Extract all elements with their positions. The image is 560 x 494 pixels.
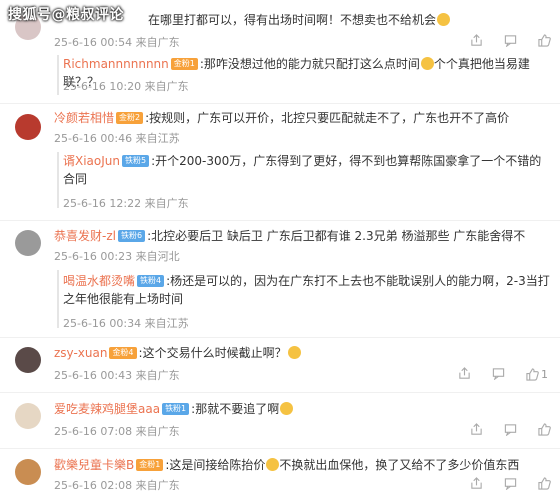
comment-author[interactable]: 爱吃麦辣鸡腿堡aaa	[54, 402, 160, 416]
fan-badge: 金粉2	[116, 112, 144, 124]
avatar[interactable]	[15, 459, 41, 485]
emoji-icon	[280, 402, 294, 415]
divider	[0, 392, 560, 393]
comment-actions: 1	[458, 367, 552, 381]
comment-text: :北控必要后卫 缺后卫 广东后卫都有谁 2.3兄弟 杨溢那些 广东能舍得不	[147, 229, 526, 243]
reply-meta: 25-6-16 00:34 来自江苏	[63, 317, 189, 330]
comment-line: zsy-xuan 金粉4:这个交易什么时候截止啊？	[54, 344, 301, 362]
fan-badge: 铁粉5	[122, 155, 150, 167]
comment-meta: 25-6-16 00:46 来自江苏	[54, 132, 180, 145]
comment-author[interactable]: 恭喜发财-zl	[54, 229, 116, 243]
comment-icon[interactable]	[504, 34, 518, 48]
reply-bar	[57, 270, 59, 328]
comment-text-tail: 不换就出血保他，换了又给不了多少价值东西	[279, 458, 520, 472]
divider	[0, 448, 560, 449]
thumbs-up-icon[interactable]	[538, 423, 552, 437]
divider	[0, 220, 560, 221]
fan-badge: 金粉1	[170, 58, 198, 70]
comment-meta: 25-6-16 07:08 来自广东	[54, 425, 180, 438]
share-icon[interactable]	[458, 367, 472, 381]
avatar[interactable]	[15, 347, 41, 373]
avatar[interactable]	[15, 403, 41, 429]
divider	[0, 337, 560, 338]
comment-author[interactable]: zsy-xuan	[54, 346, 107, 360]
emoji-icon	[266, 458, 280, 471]
thumbs-up-icon[interactable]	[538, 477, 552, 491]
watermark: 搜狐号@粮叔评论	[8, 7, 124, 23]
comment-text: :那就不要追了啊	[191, 402, 280, 416]
avatar[interactable]	[15, 230, 41, 256]
reply-body: :杨还是可以的，因为在广东打不上去也不能耽误别人的能力啊，2-3当打之年他很能有…	[63, 274, 550, 306]
comment-line: 歡樂兒童卡樂B 金粉1:这是间接给陈抬价 不换就出血保他，换了又给不了多少价值东西	[54, 456, 519, 474]
comment-meta: 25-6-16 00:54 来自广东	[54, 36, 180, 49]
share-icon[interactable]	[470, 477, 484, 491]
share-icon[interactable]	[470, 34, 484, 48]
comment-icon[interactable]	[492, 367, 506, 381]
like-count: 1	[541, 367, 548, 381]
thumbs-up-icon	[526, 367, 539, 381]
share-icon[interactable]	[470, 423, 484, 437]
comment-meta: 25-6-16 00:43 来自广东	[54, 369, 180, 382]
reply-meta: 25-6-16 12:22 来自广东	[63, 197, 189, 210]
reply-bar	[57, 55, 59, 95]
comment-line: 在哪里打都可以，得有出场时间啊！不想卖也不给机会	[148, 11, 451, 29]
reply-meta: 25-6-16 10:20 来自广东	[63, 80, 189, 93]
thumbs-up-icon[interactable]	[538, 34, 552, 48]
reply-text: 喝温水都烫嘴 铁粉4:杨还是可以的，因为在广东打不上去也不能耽误别人的能力啊，2-…	[63, 272, 551, 308]
reply-author[interactable]: 喝温水都烫嘴	[63, 274, 135, 288]
comment-icon[interactable]	[504, 423, 518, 437]
emoji-icon	[437, 13, 451, 26]
fan-badge: 铁粉6	[117, 230, 146, 242]
fan-badge: 金粉4	[109, 347, 137, 359]
reply-text: 谞XiaoJun 铁粉5:开个200-300万，广东得到了更好，得不到也算帮陈国豪…	[63, 152, 551, 188]
comment-text: :按规则，广东可以开价，北控只要匹配就走不了，广东也开不了高价	[145, 111, 510, 125]
comment-text: :这个交易什么时候截止啊？	[138, 346, 287, 360]
reply-author[interactable]: Richmannnnnnnn	[63, 57, 169, 71]
fan-badge: 铁粉4	[137, 275, 165, 287]
comment-meta: 25-6-16 00:23 来自河北	[54, 250, 180, 263]
reply-bar	[57, 152, 59, 208]
fan-badge: 铁粉1	[162, 403, 190, 415]
avatar[interactable]	[15, 114, 41, 140]
like-button[interactable]: 1	[526, 367, 552, 381]
reply-body: :那咋没想过他的能力就只配打这么点时间	[199, 57, 420, 71]
comment-icon[interactable]	[504, 477, 518, 491]
comment-text: 在哪里打都可以，得有出场时间啊！不想卖也不给机会	[148, 13, 437, 27]
comment-actions	[470, 34, 552, 48]
reply-author[interactable]: 谞XiaoJun	[63, 154, 120, 168]
comment-line: 冷颜若相惜 金粉2:按规则，广东可以开价，北控只要匹配就走不了，广东也开不了高价	[54, 109, 509, 127]
comment-actions	[470, 477, 552, 491]
emoji-icon	[287, 346, 301, 359]
comment-actions	[470, 423, 552, 437]
emoji-icon	[420, 57, 434, 70]
comment-meta: 25-6-16 02:08 来自广东	[54, 479, 180, 492]
fan-badge: 金粉1	[136, 459, 164, 471]
comment-line: 爱吃麦辣鸡腿堡aaa 铁粉1:那就不要追了啊	[54, 400, 294, 418]
divider	[0, 103, 560, 104]
comment-author[interactable]: 冷颜若相惜	[54, 111, 114, 125]
comment-text: :这是间接给陈抬价	[165, 458, 266, 472]
comment-line: 恭喜发财-zl 铁粉6:北控必要后卫 缺后卫 广东后卫都有谁 2.3兄弟 杨溢那些…	[54, 227, 525, 245]
comment-author[interactable]: 歡樂兒童卡樂B	[54, 458, 134, 472]
